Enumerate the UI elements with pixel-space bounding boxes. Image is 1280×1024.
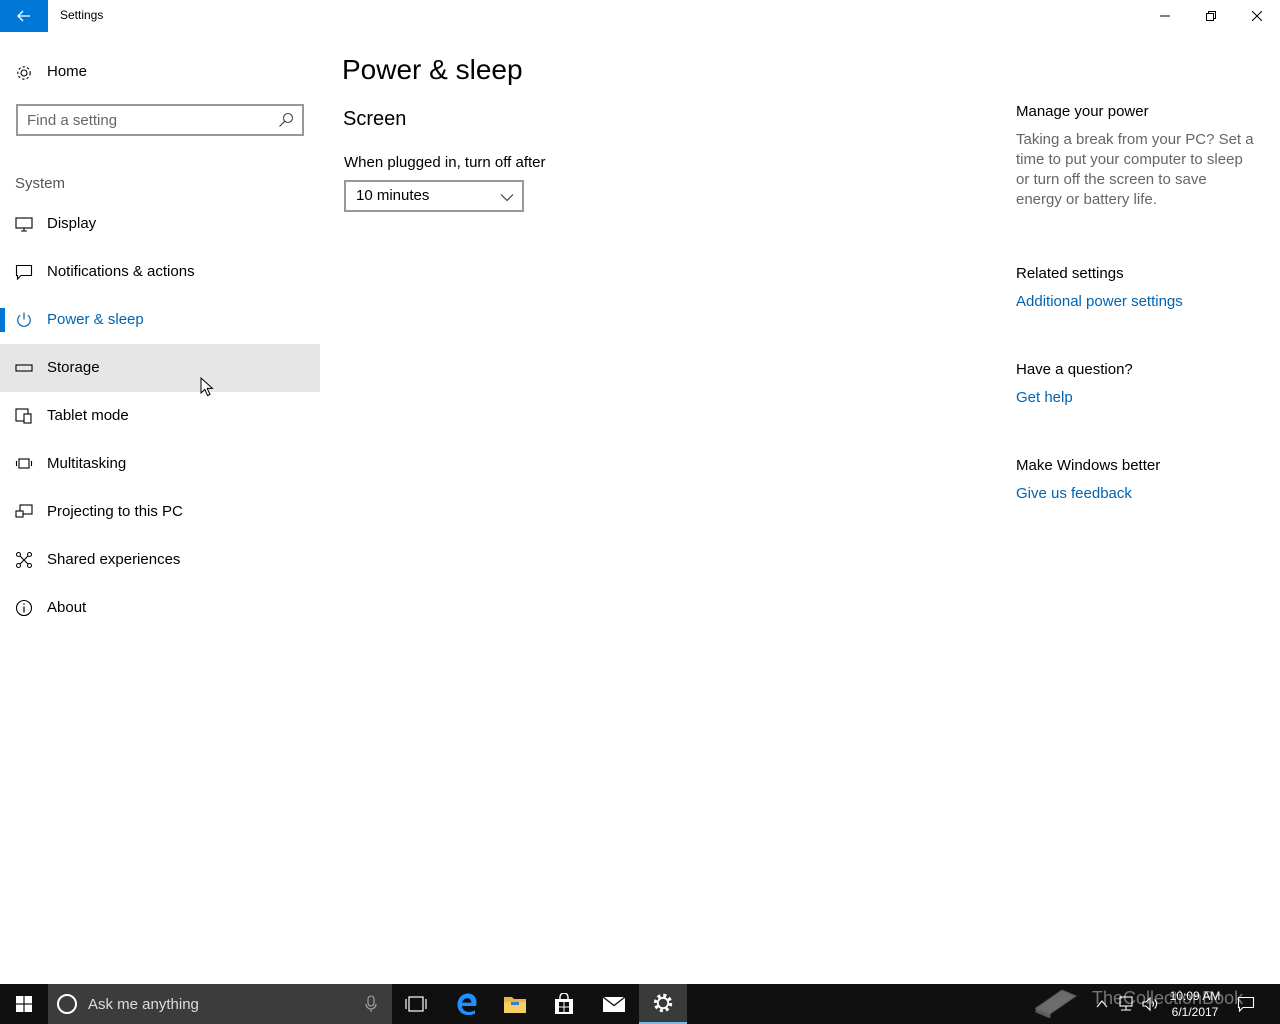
store-icon <box>555 993 573 1014</box>
sidebar-item-label: Notifications & actions <box>47 263 195 280</box>
sidebar-item-display[interactable]: Display <box>0 200 320 248</box>
sidebar-item-label: Power & sleep <box>47 311 144 328</box>
start-button[interactable] <box>0 984 48 1024</box>
action-center-icon <box>1237 996 1255 1013</box>
power-icon <box>17 312 31 327</box>
home-nav-item[interactable]: Home <box>0 56 320 88</box>
sidebar-item-label: Projecting to this PC <box>47 503 183 520</box>
title-bar: Settings <box>0 0 1280 32</box>
sidebar-item-label: Shared experiences <box>47 551 181 568</box>
sidebar-item-about[interactable]: About <box>0 584 320 632</box>
get-help-link[interactable]: Get help <box>1016 389 1073 406</box>
notification-icon <box>15 264 33 281</box>
mouse-cursor-icon <box>200 377 214 397</box>
sidebar-item-tablet-mode[interactable]: Tablet mode <box>0 392 320 440</box>
sidebar-item-storage[interactable]: Storage <box>0 344 320 392</box>
volume-button[interactable] <box>1140 994 1160 1014</box>
search-input[interactable] <box>27 110 267 130</box>
shared-experiences-icon <box>15 551 33 569</box>
manage-power-text: Taking a break from your PC? Set a time … <box>1016 131 1254 208</box>
mail-button[interactable] <box>590 984 638 1024</box>
sidebar-item-shared-experiences[interactable]: Shared experiences <box>0 536 320 584</box>
microphone-icon[interactable] <box>364 994 378 1014</box>
network-button[interactable] <box>1116 994 1136 1014</box>
restore-button[interactable] <box>1188 0 1234 32</box>
projecting-icon <box>15 504 33 518</box>
show-hidden-icons-button[interactable] <box>1092 994 1112 1014</box>
plugged-in-label: When plugged in, turn off after <box>344 154 546 171</box>
file-explorer-icon <box>504 997 526 1013</box>
sidebar-item-label: Display <box>47 215 97 232</box>
back-button[interactable] <box>0 0 48 32</box>
screen-timeout-value: 10 minutes <box>356 187 430 204</box>
cortana-search-box[interactable]: Ask me anything <box>48 984 392 1024</box>
action-center-button[interactable] <box>1236 994 1256 1014</box>
clock-date: 6/1/2017 <box>1171 1005 1219 1019</box>
network-icon <box>1119 996 1133 1011</box>
monitor-icon <box>15 217 33 232</box>
task-view-icon <box>405 996 427 1012</box>
mail-icon <box>602 996 626 1012</box>
back-arrow-icon <box>17 10 30 22</box>
sidebar-item-label: About <box>47 599 87 616</box>
settings-taskbar-button[interactable] <box>639 984 687 1024</box>
make-windows-better-title: Make Windows better <box>1016 457 1161 474</box>
screen-timeout-dropdown[interactable]: 10 minutes <box>344 180 524 212</box>
additional-power-settings-link[interactable]: Additional power settings <box>1016 293 1183 310</box>
selection-indicator <box>0 308 5 332</box>
related-settings-title: Related settings <box>1016 265 1124 282</box>
file-explorer-button[interactable] <box>491 984 539 1024</box>
close-icon <box>1252 11 1262 21</box>
settings-icon <box>653 993 673 1013</box>
storage-icon <box>15 364 33 372</box>
minimize-button[interactable] <box>1142 0 1188 32</box>
search-icon[interactable] <box>278 112 294 128</box>
windows-logo-icon <box>16 996 32 1012</box>
book-logo-icon <box>1034 989 1078 1018</box>
info-icon <box>15 599 33 617</box>
have-a-question-title: Have a question? <box>1016 361 1133 378</box>
taskbar: Ask me anything TheCollectionBook 10:09 … <box>0 984 1280 1024</box>
task-view-button[interactable] <box>392 984 440 1024</box>
give-feedback-link[interactable]: Give us feedback <box>1016 485 1132 502</box>
tablet-mode-icon <box>15 408 32 424</box>
sidebar-item-projecting[interactable]: Projecting to this PC <box>0 488 320 536</box>
home-label: Home <box>47 63 88 80</box>
sidebar-item-label: Tablet mode <box>47 407 129 424</box>
sidebar: Home System Display Notifications & acti… <box>0 32 320 984</box>
gear-icon <box>17 66 31 80</box>
manage-power-title: Manage your power <box>1016 103 1149 120</box>
main-content: Power & sleep Screen When plugged in, tu… <box>320 32 980 984</box>
system-section-label: System <box>15 175 66 192</box>
chevron-up-icon <box>1096 1000 1108 1008</box>
window-title: Settings <box>60 8 104 22</box>
cortana-icon <box>57 994 77 1014</box>
restore-icon <box>1206 11 1216 21</box>
page-title: Power & sleep <box>342 54 523 85</box>
close-button[interactable] <box>1234 0 1280 32</box>
multitasking-icon <box>15 458 33 469</box>
chevron-down-icon <box>500 194 514 202</box>
search-box[interactable] <box>16 104 304 136</box>
sidebar-item-multitasking[interactable]: Multitasking <box>0 440 320 488</box>
sidebar-item-power-sleep[interactable]: Power & sleep <box>0 296 320 344</box>
screen-section-title: Screen <box>343 108 407 130</box>
volume-icon <box>1142 996 1157 1012</box>
sidebar-item-label: Storage <box>47 359 100 376</box>
sidebar-item-label: Multitasking <box>47 455 127 472</box>
cortana-search-text: Ask me anything <box>88 996 199 1013</box>
sidebar-item-notifications[interactable]: Notifications & actions <box>0 248 320 296</box>
store-button[interactable] <box>540 984 588 1024</box>
clock-time: 10:09 AM <box>1169 989 1221 1003</box>
edge-icon <box>457 993 477 1015</box>
edge-button[interactable] <box>443 984 491 1024</box>
minimize-icon <box>1160 15 1170 17</box>
clock[interactable]: 10:09 AM 6/1/2017 <box>1162 988 1228 1020</box>
